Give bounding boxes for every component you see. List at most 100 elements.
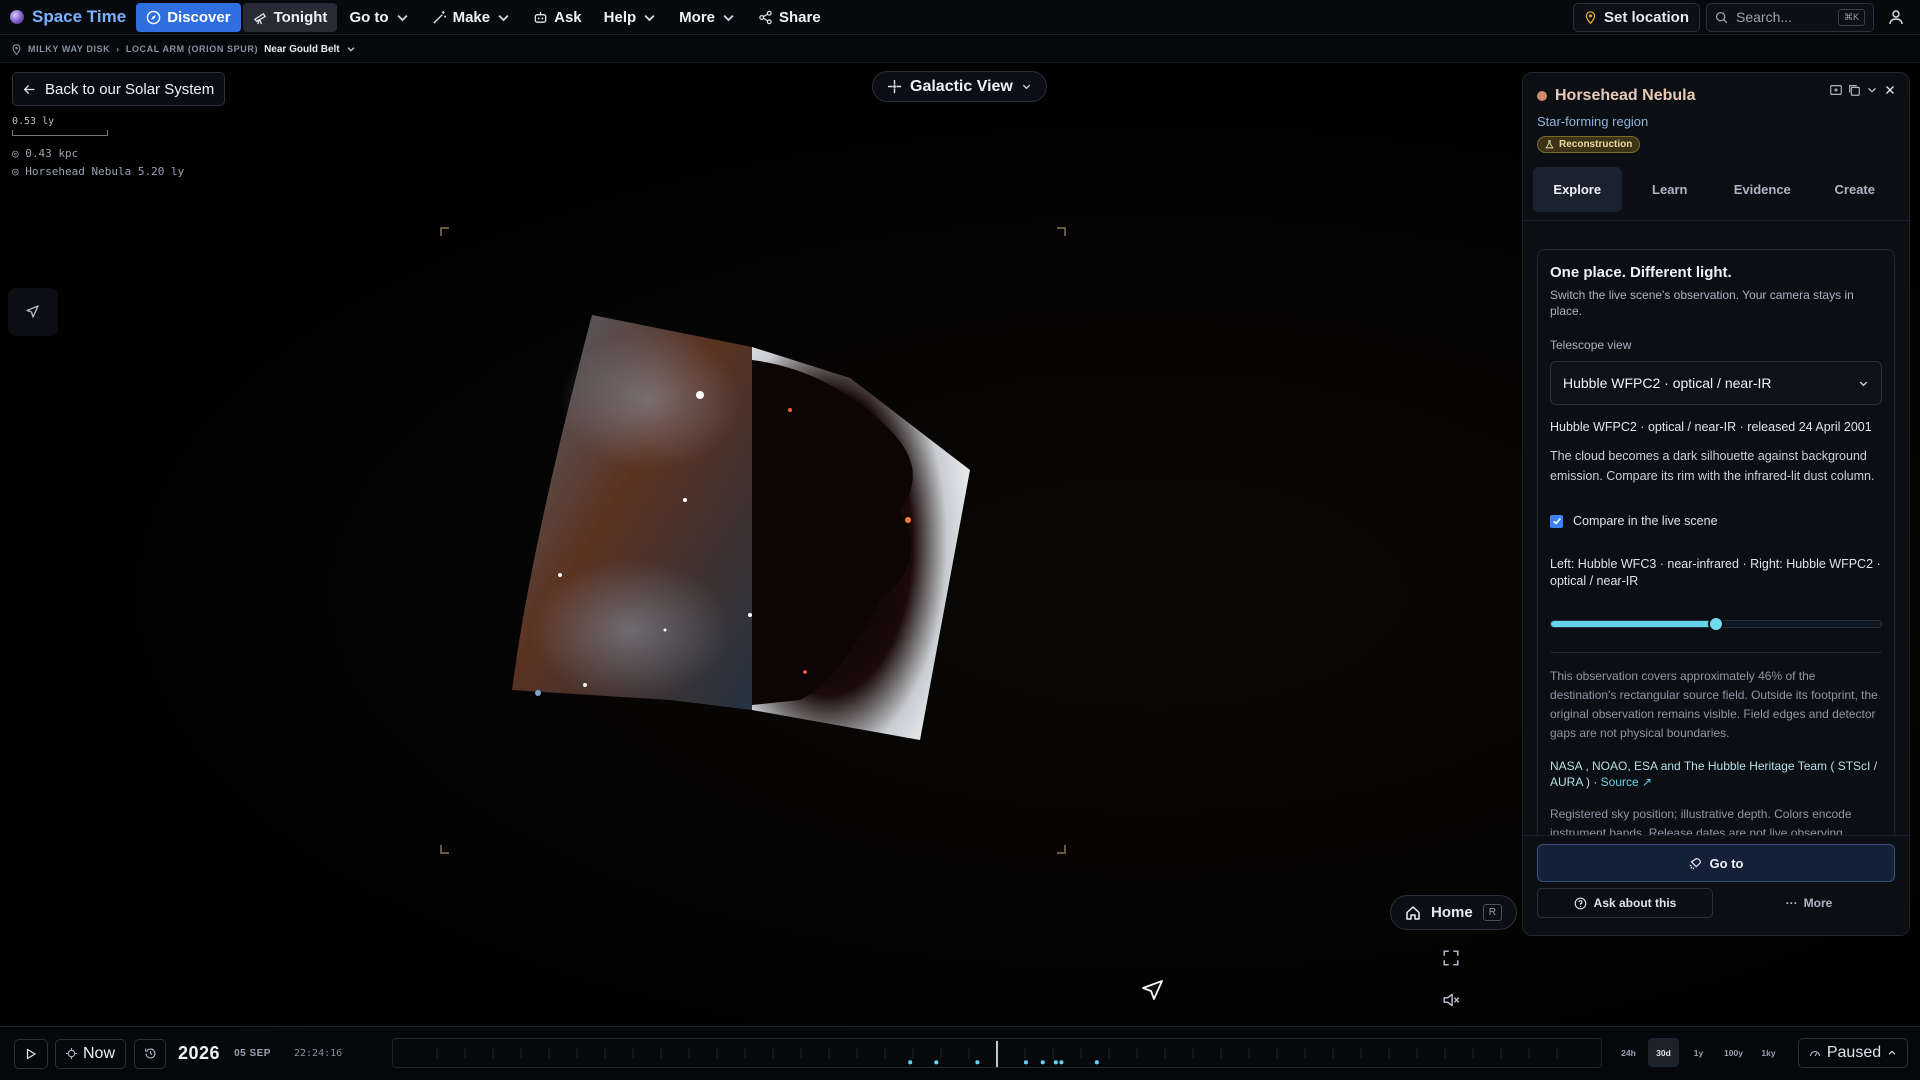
history-button[interactable] — [134, 1038, 167, 1069]
range-24h[interactable]: 24h — [1613, 1038, 1644, 1067]
collapse-chevron-icon[interactable] — [1865, 83, 1879, 97]
range-30d[interactable]: 30d — [1648, 1038, 1679, 1067]
nav-make-label: Make — [452, 8, 491, 26]
view-mode-dropdown[interactable]: Galactic View — [872, 71, 1047, 102]
scale-indicator: 0.53 ly ◎ 0.43 kpc ◎ Horsehead Nebula 5.… — [12, 116, 184, 183]
timeline-event-marker[interactable] — [934, 1060, 939, 1065]
nav-goto[interactable]: Go to — [339, 3, 419, 32]
breadcrumb-separator: › — [116, 44, 120, 54]
share-icon — [759, 10, 772, 24]
app-logo[interactable]: Space Time — [10, 7, 126, 27]
timeline-event-marker[interactable] — [1094, 1060, 1099, 1065]
timeline-event-marker[interactable] — [975, 1060, 980, 1065]
timeline-bar: Now 2026 05 SEP 22:24:16 24h 30d 1y 100y… — [0, 1026, 1920, 1080]
nav-ask-label: Ask — [554, 8, 582, 26]
slider-thumb[interactable] — [1708, 615, 1724, 632]
compare-checkbox-row[interactable]: Compare in the live scene — [1550, 514, 1882, 528]
view-mode-label: Galactic View — [910, 77, 1013, 95]
timeline-event-marker[interactable] — [1053, 1060, 1058, 1065]
range-1ky[interactable]: 1ky — [1753, 1038, 1784, 1067]
chevron-down-icon — [498, 14, 509, 21]
go-to-button[interactable]: Go to — [1537, 844, 1895, 882]
history-icon — [144, 1048, 156, 1059]
compare-slider[interactable] — [1550, 615, 1882, 632]
telescope-icon — [253, 12, 266, 24]
pin-panel-icon[interactable] — [1829, 83, 1843, 97]
top-right-controls: Set location Search... ⌘K — [1572, 2, 1912, 32]
speaker-muted-icon — [1443, 993, 1460, 1007]
nebula-comparison-image[interactable] — [500, 300, 980, 740]
home-button[interactable]: Home R — [1390, 895, 1517, 930]
home-icon — [1406, 905, 1420, 920]
observation-description: The cloud becomes a dark silhouette agai… — [1550, 449, 1875, 483]
chevron-down-icon[interactable] — [346, 44, 356, 54]
top-bar: Space Time Discover Tonight Go to Make A… — [0, 0, 1920, 35]
frame-corner — [440, 845, 449, 854]
user-account-button[interactable] — [1880, 3, 1912, 32]
nav-tonight[interactable]: Tonight — [242, 2, 338, 32]
nav-share[interactable]: Share — [748, 3, 831, 32]
tab-explore[interactable]: Explore — [1533, 167, 1622, 212]
play-button[interactable] — [14, 1038, 48, 1069]
user-icon — [1889, 10, 1903, 25]
compare-checkbox[interactable] — [1550, 514, 1563, 528]
card-description: Switch the live scene's observation. You… — [1550, 288, 1854, 319]
nav-tonight-label: Tonight — [273, 8, 328, 26]
timeline-event-marker[interactable] — [1040, 1060, 1045, 1065]
breadcrumb-current[interactable]: Near Gould Belt — [264, 44, 340, 55]
mute-button[interactable] — [1442, 990, 1464, 1010]
fullscreen-button[interactable] — [1442, 948, 1462, 968]
playback-status-button[interactable]: Paused — [1798, 1038, 1908, 1068]
robot-icon — [534, 11, 547, 23]
select-tool-button[interactable] — [8, 288, 58, 336]
observation-info: Hubble WFPC2 · optical / near-IR · relea… — [1550, 420, 1872, 435]
tab-create[interactable]: Create — [1811, 167, 1900, 212]
nav-ask[interactable]: Ask — [523, 3, 592, 32]
nav-make[interactable]: Make — [422, 3, 522, 32]
tab-learn[interactable]: Learn — [1626, 167, 1715, 212]
breadcrumb-item[interactable]: MILKY WAY DISK — [28, 44, 110, 54]
playback-status-label: Paused — [1826, 1044, 1882, 1061]
timeline-event-marker[interactable] — [1059, 1060, 1064, 1065]
reconstruction-badge: Reconstruction — [1537, 136, 1641, 153]
observation-card: One place. Different light. Switch the l… — [1537, 249, 1895, 844]
ask-about-this-button[interactable]: Ask about this — [1537, 888, 1713, 918]
nav-help[interactable]: Help — [594, 3, 668, 32]
timeline-event-marker[interactable] — [908, 1060, 913, 1065]
back-to-solar-system-button[interactable]: Back to our Solar System — [12, 72, 226, 106]
back-button-label: Back to our Solar System — [45, 80, 215, 98]
telescope-select[interactable]: Hubble WFPC2 · optical / near-IR — [1550, 361, 1882, 406]
tab-divider — [1523, 220, 1909, 221]
breadcrumb-item[interactable]: LOCAL ARM (ORION SPUR) — [126, 44, 258, 54]
copy-icon[interactable] — [1847, 83, 1861, 97]
planet-logo-icon — [10, 10, 24, 24]
now-label: Now — [83, 1044, 116, 1062]
year-display: 2026 — [178, 1043, 221, 1063]
now-button[interactable]: Now — [55, 1038, 127, 1069]
target-readout: ◎ Horsehead Nebula 5.20 ly — [12, 165, 185, 178]
search-input[interactable]: Search... ⌘K — [1706, 2, 1874, 32]
range-1y[interactable]: 1y — [1683, 1038, 1714, 1067]
mouse-cursor-icon — [1142, 980, 1163, 1000]
source-link[interactable]: Source ↗ — [1601, 775, 1652, 789]
chevron-down-icon — [1859, 381, 1868, 387]
nav-more[interactable]: More — [669, 3, 746, 32]
range-100y[interactable]: 100y — [1718, 1038, 1749, 1067]
card-heading: One place. Different light. — [1550, 264, 1732, 281]
date-display: 05 SEP — [234, 1048, 271, 1059]
flask-icon — [1545, 140, 1554, 149]
search-icon — [1715, 11, 1728, 23]
tab-evidence[interactable]: Evidence — [1718, 167, 1807, 212]
frame-corner — [1057, 227, 1066, 236]
close-icon[interactable] — [1883, 83, 1897, 97]
nav-discover[interactable]: Discover — [136, 2, 241, 32]
timeline-event-marker[interactable] — [1023, 1060, 1028, 1065]
panel-more-button[interactable]: ··· More — [1723, 888, 1895, 918]
panel-title-text: Horsehead Nebula — [1555, 87, 1696, 104]
distance-readout: ◎ 0.43 kpc — [12, 147, 79, 160]
set-location-button[interactable]: Set location — [1572, 2, 1700, 32]
timeline-scrubber[interactable] — [392, 1038, 1602, 1068]
badge-label: Reconstruction — [1559, 139, 1633, 150]
main-nav: Discover Tonight Go to Make Ask Help Mor… — [136, 2, 831, 32]
chevron-down-icon — [397, 14, 408, 21]
